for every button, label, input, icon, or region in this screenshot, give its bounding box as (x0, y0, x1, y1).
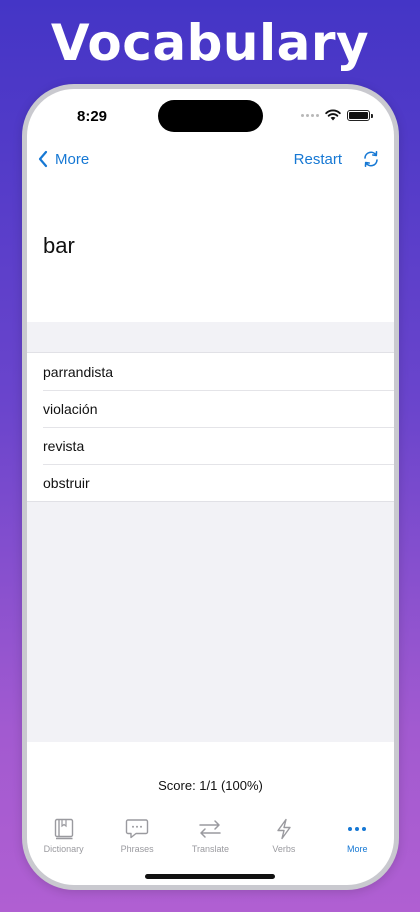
ellipsis-icon (348, 827, 367, 831)
answer-option[interactable]: violación (27, 390, 394, 427)
dynamic-island (158, 100, 263, 132)
promo-headline: Vocabulary (50, 14, 370, 72)
tab-label: Verbs (272, 844, 296, 854)
answer-option[interactable]: revista (27, 427, 394, 464)
tab-phrases[interactable]: Phrases (102, 817, 172, 854)
tab-translate[interactable]: Translate (175, 817, 245, 854)
bolt-icon (277, 818, 291, 840)
nav-bar: More Restart (27, 144, 394, 174)
tab-bar: Dictionary Phrases Translate Verbs More (27, 817, 394, 861)
tab-more[interactable]: More (322, 817, 392, 854)
tab-label: More (346, 844, 368, 854)
quiz-word: bar (43, 233, 75, 258)
restart-button[interactable]: Restart (294, 151, 342, 168)
book-icon (54, 818, 73, 840)
refresh-icon[interactable] (362, 150, 380, 168)
tab-label: Phrases (120, 844, 154, 854)
app-screen: 8:29 More Restart bar parrandista violac… (27, 89, 394, 885)
speech-bubble-icon (125, 819, 149, 839)
chevron-left-icon (38, 150, 48, 168)
signal-dots-icon (301, 113, 319, 117)
answer-list: parrandista violación revista obstruir (27, 352, 394, 502)
tab-dictionary[interactable]: Dictionary (29, 817, 99, 854)
phone-frame: 8:29 More Restart bar parrandista violac… (22, 84, 399, 890)
answer-option[interactable]: obstruir (27, 464, 394, 501)
status-icons (301, 109, 373, 121)
answer-option[interactable]: parrandista (27, 353, 394, 390)
back-button[interactable]: More (37, 150, 89, 168)
quiz-word-card: bar (27, 189, 394, 322)
status-time: 8:29 (77, 108, 108, 125)
tab-label: Dictionary (43, 844, 84, 854)
tab-label: Translate (191, 844, 230, 854)
arrows-swap-icon (199, 820, 222, 838)
wifi-icon (325, 109, 341, 121)
back-button-label: More (55, 150, 90, 168)
battery-icon (347, 109, 373, 121)
score-text: Score: 1/1 (100%) (158, 778, 263, 793)
home-indicator[interactable] (145, 874, 275, 879)
tab-verbs[interactable]: Verbs (249, 817, 319, 854)
